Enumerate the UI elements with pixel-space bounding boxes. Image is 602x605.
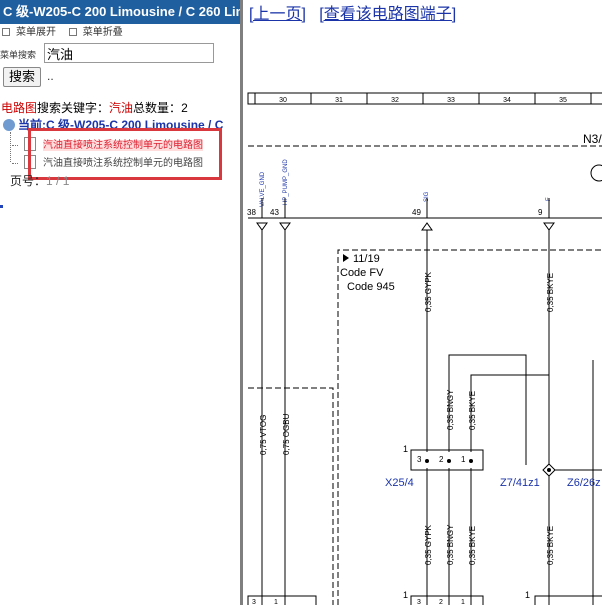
wire-label: 0,35 GYPK	[424, 271, 433, 312]
pin-number: 43	[270, 208, 279, 217]
diagram-nav: [上一页] [查看该电路图端子]	[249, 0, 456, 24]
ruler-label: 30	[279, 97, 287, 104]
folder-icon	[3, 119, 15, 131]
pin-number: 9	[538, 208, 543, 217]
pin-number: 38	[247, 208, 256, 217]
wire-label: 0,35 BNGY	[446, 389, 455, 430]
menu-collapse-label: 菜单折叠	[82, 27, 123, 38]
connector-pin: 2	[439, 599, 443, 605]
tree-branch	[12, 162, 18, 164]
connector-pin: 1	[403, 444, 408, 454]
summary-count: 2	[181, 101, 188, 115]
ruler-label: 35	[559, 97, 567, 104]
wire-label: 0,35 BKYE	[546, 526, 555, 565]
pin-label: HP_PUMP_GND	[283, 159, 289, 205]
summary-keyword: 汽油	[109, 101, 134, 115]
page-label: 页号：	[10, 174, 47, 188]
wire-label: 0,35 GYPK	[424, 524, 433, 565]
menu-toolbar: 菜单展开 菜单折叠	[0, 25, 240, 41]
code-ref: 11/19	[353, 253, 380, 265]
menu-expand-button[interactable]: 菜单展开	[2, 27, 56, 38]
search-label: 菜单搜索	[0, 50, 37, 60]
wire-label: 0,75 OGBU	[282, 413, 291, 455]
connector-pin: 1	[461, 455, 466, 464]
menu-expand-label: 菜单展开	[16, 27, 56, 38]
pin-number: 49	[412, 208, 421, 217]
prev-page-link[interactable]: [上一页]	[249, 6, 306, 23]
connector-pin: 1	[525, 590, 530, 600]
page-value: 1 / 1	[46, 174, 70, 188]
ruler-label: 34	[503, 97, 511, 104]
splice-z7: Z7/41z1 Z6/26z	[500, 463, 601, 489]
summary-count-label: 总数量：	[133, 101, 182, 115]
diagram-panel: 30 31 32 33 34 35 N3/ VALVE_GND HP_PUMP_…	[243, 0, 602, 605]
connector-pin: 3	[252, 599, 256, 605]
vehicle-title: C 级-W205-C 200 Limousine / C 260 Limo	[0, 0, 240, 24]
collapse-icon	[68, 28, 77, 37]
grid-ruler: 30 31 32 33 34 35	[247, 92, 602, 105]
splice-label: Z6/26z	[567, 477, 601, 489]
summary-category: 电路图	[1, 101, 38, 115]
search-button-row: 搜索 ..	[0, 67, 240, 89]
tree-branch	[12, 144, 18, 146]
view-terminals-link[interactable]: [查看该电路图端子]	[319, 6, 456, 23]
connector-pin: 1	[274, 599, 278, 605]
wire-label: 0,35 BKYE	[468, 391, 477, 430]
ruler-label: 33	[447, 97, 455, 104]
page-number: 页号：1 / 1	[10, 172, 69, 189]
menu-collapse-button[interactable]: 菜单折叠	[68, 27, 123, 38]
wire-labels: 0,35 GYPK 0,35 BKYE 0,75 VTOG 0,75 OGBU …	[259, 271, 555, 565]
component-n3: N3/ VALVE_GND HP_PUMP_GND SIG F 38 43 49…	[247, 132, 602, 219]
search-row: 菜单搜索	[0, 43, 240, 65]
search-button[interactable]: 搜索	[3, 67, 41, 87]
ruler-label: 31	[335, 97, 343, 104]
code-945: Code 945	[347, 281, 395, 293]
menu-panel: C 级-W205-C 200 Limousine / C 260 Limo 菜单…	[0, 0, 243, 605]
search-dots: ..	[47, 69, 54, 83]
connector-label: X25/4	[385, 477, 414, 489]
component-label: N3/	[583, 132, 602, 146]
splice-label: Z7/41z1	[500, 477, 540, 489]
wire-label: 0,35 BKYE	[468, 526, 477, 565]
expand-icon	[2, 28, 10, 37]
pin-arrows	[256, 222, 555, 231]
connector-pin: 1	[461, 599, 465, 605]
connector-pin: 3	[417, 599, 421, 605]
connector-pin: 2	[439, 455, 444, 464]
summary-keyword-label: 搜索关键字：	[37, 101, 110, 115]
connector-pin: 3	[417, 455, 422, 464]
wire-label: 0,35 BKYE	[546, 273, 555, 312]
ruler-label: 32	[391, 97, 399, 104]
connector-pin: 1	[403, 590, 408, 600]
wire-label: 0,35 BNGY	[446, 524, 455, 565]
search-summary: 电路图搜索关键字：汽油总数量：2	[1, 99, 188, 116]
wiring-diagram[interactable]: 30 31 32 33 34 35 N3/ VALVE_GND HP_PUMP_…	[243, 0, 602, 605]
wire-label: 0,75 VTOG	[259, 415, 268, 455]
ground-symbol	[590, 164, 602, 182]
pin-label: VALVE_GND	[260, 171, 266, 207]
connector-x25: 1 3 2 1 X25/4	[385, 444, 484, 489]
code-fv: Code FV	[340, 267, 384, 279]
scroll-marker	[0, 205, 3, 208]
search-input[interactable]	[44, 43, 214, 63]
